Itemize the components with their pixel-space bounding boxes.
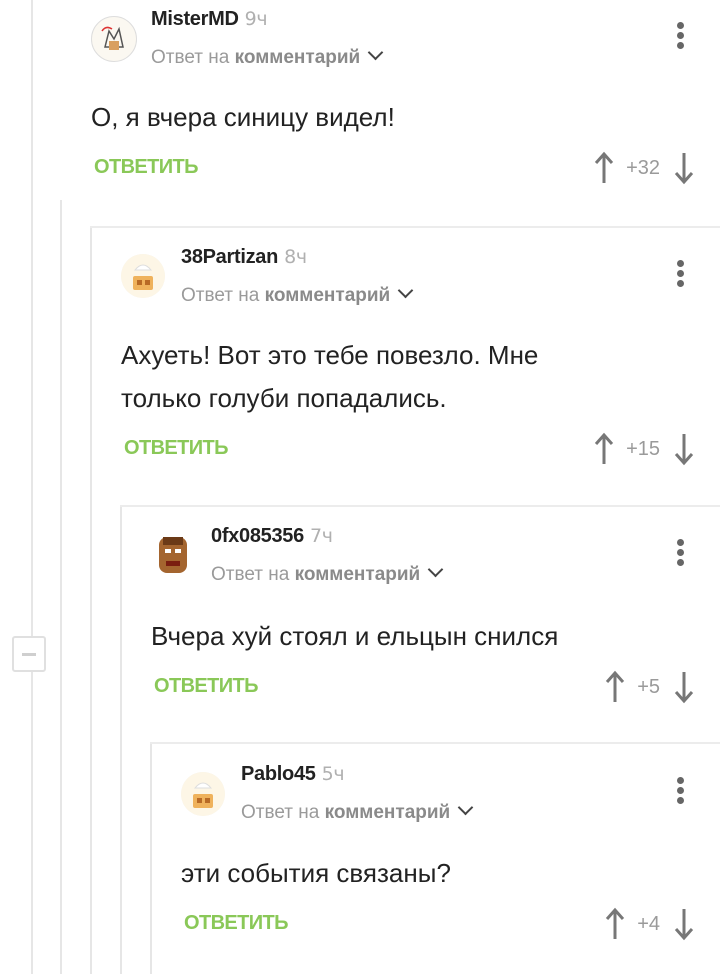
vote-score: +5 (637, 675, 660, 698)
chevron-down-icon[interactable] (427, 561, 444, 578)
author-name[interactable]: Pablo45 (241, 763, 316, 785)
comment-time: 7ч (309, 525, 333, 547)
reply-to-link[interactable]: комментарий (325, 802, 451, 823)
reply-button[interactable]: ОТВЕТИТЬ (154, 675, 259, 698)
arrow-up-icon[interactable] (594, 151, 614, 185)
reply-button[interactable]: ОТВЕТИТЬ (184, 912, 289, 935)
avatar[interactable] (121, 254, 165, 298)
vote-block: +4 (605, 907, 694, 941)
vote-block: +32 (594, 151, 694, 185)
reply-to-prefix: Ответ на (151, 47, 230, 68)
comment-author[interactable]: 38Partizan 8ч (181, 246, 307, 269)
reply-to[interactable]: Ответ на комментарий (211, 561, 444, 586)
more-vertical-icon[interactable] (677, 260, 685, 290)
reply-to[interactable]: Ответ на комментарий (181, 282, 414, 307)
reply-button[interactable]: ОТВЕТИТЬ (124, 437, 229, 460)
vote-block: +5 (605, 670, 694, 704)
avatar[interactable] (181, 772, 225, 816)
more-vertical-icon[interactable] (677, 539, 685, 569)
comment-time: 5ч (321, 763, 345, 785)
reply-to[interactable]: Ответ на комментарий (241, 799, 474, 824)
comment: 38Partizan 8ч Ответ на комментарий Ахуеть… (90, 228, 720, 505)
avatar[interactable] (91, 16, 137, 62)
reply-to-link[interactable]: комментарий (295, 564, 421, 585)
comment: Pablo45 5ч Ответ на комментарий эти событ… (150, 744, 720, 974)
vote-score: +4 (637, 912, 660, 935)
comment-text: Ахуеть! Вот это тебе повезло. Мне только… (121, 340, 539, 413)
arrow-down-icon[interactable] (674, 670, 694, 704)
comment-author[interactable]: MisterMD 9ч (151, 8, 268, 31)
arrow-up-icon[interactable] (605, 670, 625, 704)
author-name[interactable]: 0fx085356 (211, 525, 304, 547)
comment-time: 9ч (244, 8, 268, 30)
reply-to-link[interactable]: комментарий (235, 47, 361, 68)
more-vertical-icon[interactable] (677, 22, 685, 52)
collapse-minus-icon[interactable] (12, 636, 46, 672)
chevron-down-icon[interactable] (457, 799, 474, 816)
author-name[interactable]: MisterMD (151, 8, 239, 30)
reply-to-prefix: Ответ на (181, 285, 260, 306)
vote-score: +32 (626, 156, 660, 179)
arrow-down-icon[interactable] (674, 907, 694, 941)
vote-score: +15 (626, 437, 660, 460)
thread-line-2 (60, 200, 62, 974)
comment-text: эти события связаны? (181, 858, 451, 888)
reply-to[interactable]: Ответ на комментарий (151, 44, 384, 69)
comment: 0fx085356 7ч Ответ на комментарий Вчера х… (120, 507, 720, 742)
reply-button[interactable]: ОТВЕТИТЬ (94, 156, 199, 179)
comment-text: О, я вчера синицу видел! (91, 102, 395, 132)
arrow-up-icon[interactable] (594, 432, 614, 466)
thread-line-1 (31, 0, 33, 974)
more-vertical-icon[interactable] (677, 777, 685, 807)
comment-author[interactable]: Pablo45 5ч (241, 763, 345, 786)
reply-to-link[interactable]: комментарий (265, 285, 391, 306)
vote-block: +15 (594, 432, 694, 466)
comment-time: 8ч (284, 246, 307, 268)
reply-to-prefix: Ответ на (211, 564, 290, 585)
comment: MisterMD 9ч Ответ на комментарий О, я вче… (60, 0, 720, 200)
reply-to-prefix: Ответ на (241, 802, 320, 823)
arrow-down-icon[interactable] (674, 151, 694, 185)
avatar[interactable] (151, 533, 195, 577)
comment-author[interactable]: 0fx085356 7ч (211, 525, 333, 548)
arrow-down-icon[interactable] (674, 432, 694, 466)
author-name[interactable]: 38Partizan (181, 246, 278, 268)
chevron-down-icon[interactable] (367, 44, 384, 61)
arrow-up-icon[interactable] (605, 907, 625, 941)
comment-text: Вчера хуй стоял и ельцын снился (151, 621, 559, 651)
chevron-down-icon[interactable] (397, 282, 414, 299)
